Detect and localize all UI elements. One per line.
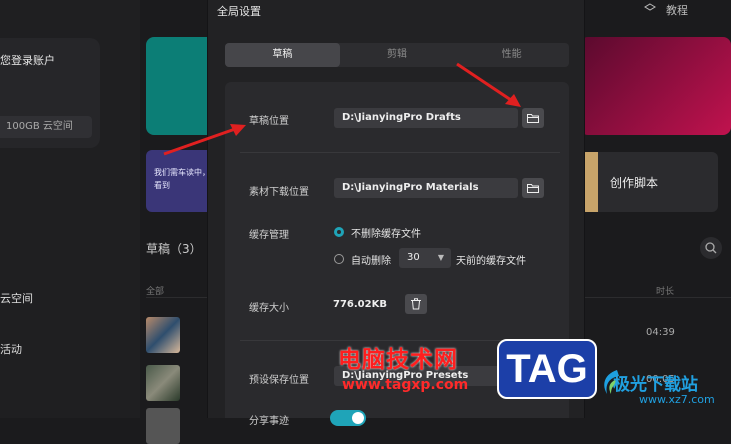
auto-delete-days-select[interactable]: 30 ▼	[399, 248, 451, 268]
column-duration[interactable]: 时长	[656, 284, 674, 297]
radio-auto-delete[interactable]	[334, 254, 344, 264]
script-card-label: 创作脚本	[610, 176, 659, 190]
promo-card[interactable]	[580, 37, 731, 135]
account-login-text[interactable]: 您登录账户	[0, 52, 55, 68]
share-toggle[interactable]	[330, 410, 366, 426]
cloud-space-pill[interactable]: 100GB 云空间	[0, 116, 92, 138]
search-icon	[705, 242, 717, 254]
create-script-card[interactable]: 创作脚本	[580, 152, 718, 212]
chevron-down-icon: ▼	[437, 253, 444, 262]
column-all[interactable]: 全部	[146, 284, 164, 297]
draft-duration: 04:39	[646, 327, 675, 338]
option-keep-cache[interactable]: 不删除缓存文件	[351, 225, 421, 240]
tutorial-link[interactable]: 教程	[666, 2, 688, 18]
cache-management-label: 缓存管理	[249, 230, 289, 241]
draft-thumbnail[interactable]	[146, 317, 180, 353]
folder-icon	[527, 184, 539, 193]
divider	[240, 152, 560, 153]
watermark-brand-url: www.xz7.com	[639, 393, 715, 406]
annotation-arrow	[163, 124, 246, 156]
watermark-tag-text: TAG	[506, 347, 588, 391]
sidebar-item-cloud-space[interactable]: 云空间	[0, 290, 33, 306]
watermark-site-url: www.tagxp.com	[342, 377, 469, 393]
sidebar-item-activity[interactable]: 活动	[0, 341, 22, 357]
draft-location-label: 草稿位置	[249, 116, 289, 127]
watermark-tag-logo: TAG	[497, 339, 597, 399]
material-location-field[interactable]: D:\JianyingPro Materials	[334, 178, 518, 198]
trash-icon	[411, 298, 421, 310]
drafts-header: 草稿（3）	[146, 242, 202, 256]
draft-thumbnail[interactable]	[146, 408, 180, 444]
draft-location-browse-button[interactable]	[522, 108, 544, 128]
search-button[interactable]	[700, 237, 722, 259]
watermark-site-name: 电脑技术网	[338, 347, 458, 373]
watermark-brand-name: 极光下载站	[613, 375, 698, 395]
share-label: 分享事迹	[249, 416, 289, 427]
radio-keep-cache[interactable]	[334, 227, 344, 237]
days-value: 30	[407, 252, 420, 263]
graduation-cap-icon	[644, 3, 656, 11]
tab-drafts[interactable]: 草稿	[225, 43, 340, 67]
preset-location-label: 预设保存位置	[249, 375, 309, 386]
annotation-arrow	[456, 62, 521, 107]
tab-editing[interactable]: 剪辑	[340, 43, 455, 67]
option-auto-delete[interactable]: 自动删除	[351, 252, 391, 267]
option-auto-delete-suffix: 天前的缓存文件	[456, 256, 526, 267]
folder-icon	[527, 114, 539, 123]
draft-thumbnail[interactable]	[146, 365, 180, 401]
cache-size-value: 776.02KB	[333, 299, 387, 310]
clear-cache-button[interactable]	[405, 294, 427, 314]
material-location-label: 素材下载位置	[249, 187, 309, 198]
material-location-browse-button[interactable]	[522, 178, 544, 198]
dialog-title: 全局设置	[217, 5, 261, 18]
cache-size-label: 缓存大小	[249, 303, 289, 314]
